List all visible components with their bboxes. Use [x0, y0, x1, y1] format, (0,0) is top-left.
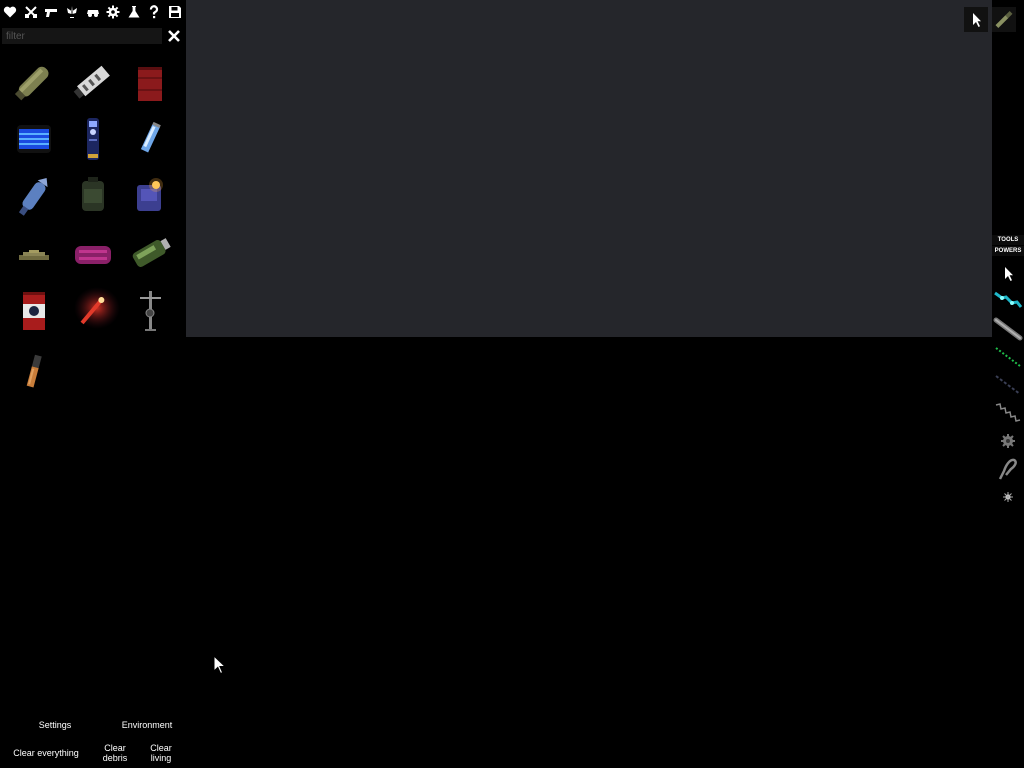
item-blue-missile[interactable] [7, 169, 61, 223]
tab-powers[interactable]: POWERS [992, 246, 1024, 256]
environment-button[interactable]: Environment [114, 720, 180, 730]
item-sidebar: Settings Environment Clear everything Cl… [0, 0, 186, 768]
category-chemistry-button[interactable] [124, 0, 145, 24]
spark-tool-icon [1003, 492, 1013, 502]
dark-rope-tool-icon [995, 375, 1021, 395]
item-white-canister[interactable] [66, 55, 120, 109]
clear-everything-button[interactable]: Clear everything [6, 748, 86, 758]
question-icon [150, 5, 159, 19]
hook-tool-button[interactable] [992, 455, 1024, 483]
item-stand-tripod[interactable] [123, 283, 177, 337]
pointer-tool-button[interactable] [992, 259, 1024, 287]
cursor-mode-button[interactable] [964, 7, 988, 32]
save-icon [169, 6, 182, 18]
spark-tool-button[interactable] [992, 483, 1024, 511]
heart-icon [4, 6, 17, 18]
steel-rod-tool-button[interactable] [992, 315, 1024, 343]
clear-living-line1: Clear [150, 743, 172, 753]
spring-tool-icon [995, 403, 1021, 422]
green-chain-tool-icon [995, 347, 1021, 367]
item-blue-rocket[interactable] [66, 112, 120, 166]
plant-icon [67, 6, 78, 18]
clear-debris-line2: debris [102, 753, 128, 763]
close-icon[interactable] [167, 29, 181, 43]
clear-living-line2: living [150, 753, 172, 763]
item-red-flag-canister[interactable] [7, 283, 61, 337]
item-green-mine[interactable] [66, 169, 120, 223]
filter-row [2, 28, 184, 46]
category-melee-button[interactable] [21, 0, 42, 24]
cyan-cable-tool-button[interactable] [992, 287, 1024, 315]
item-green-grenade[interactable] [123, 226, 177, 280]
crossed-swords-icon [24, 6, 37, 18]
category-saves-button[interactable] [165, 0, 186, 24]
category-nature-button[interactable] [62, 0, 83, 24]
item-blue-light-panel[interactable] [7, 112, 61, 166]
clear-debris-button[interactable]: Clear debris [96, 743, 134, 763]
vehicle-icon [86, 10, 99, 17]
category-bar [0, 0, 186, 24]
item-flare[interactable] [66, 283, 120, 337]
category-misc-button[interactable] [144, 0, 165, 24]
play-area[interactable] [186, 0, 992, 337]
item-purple-lamp[interactable] [123, 169, 177, 223]
category-firearms-button[interactable] [41, 0, 62, 24]
green-chain-tool-button[interactable] [992, 343, 1024, 371]
category-machinery-button[interactable] [103, 0, 124, 24]
filter-input[interactable] [2, 28, 162, 44]
item-flat-landmine[interactable] [7, 226, 61, 280]
dark-rope-tool-button[interactable] [992, 371, 1024, 399]
flask-icon [128, 6, 140, 18]
pointer-tool-icon [1005, 267, 1013, 281]
item-red-barrel[interactable] [123, 55, 177, 109]
top-tools [964, 7, 1022, 33]
cyan-cable-tool-icon [994, 291, 1023, 308]
tab-tools[interactable]: TOOLS [992, 235, 1024, 245]
item-olive-bomb[interactable] [7, 55, 61, 109]
gear-joint-tool-icon [1001, 434, 1015, 448]
item-blue-vial[interactable] [123, 112, 177, 166]
knife-tool-icon [995, 11, 1013, 28]
gear-joint-tool-button[interactable] [992, 427, 1024, 455]
spring-tool-button[interactable] [992, 399, 1024, 427]
item-magenta-cylinder[interactable] [66, 226, 120, 280]
mouse-cursor-icon [213, 655, 227, 675]
hook-tool-icon [998, 458, 1017, 480]
clear-living-button[interactable]: Clear living [142, 743, 180, 763]
category-biohazard-button[interactable] [0, 0, 21, 24]
cursor-mode-icon [973, 13, 981, 27]
gear-icon [106, 5, 120, 19]
category-vehicles-button[interactable] [82, 0, 103, 24]
gun-icon [45, 9, 58, 17]
clear-debris-line1: Clear [104, 743, 126, 753]
settings-button[interactable]: Settings [32, 720, 78, 730]
item-small-torch[interactable] [7, 343, 61, 397]
steel-rod-tool-icon [993, 317, 1023, 341]
knife-tool-button[interactable] [992, 7, 1016, 32]
